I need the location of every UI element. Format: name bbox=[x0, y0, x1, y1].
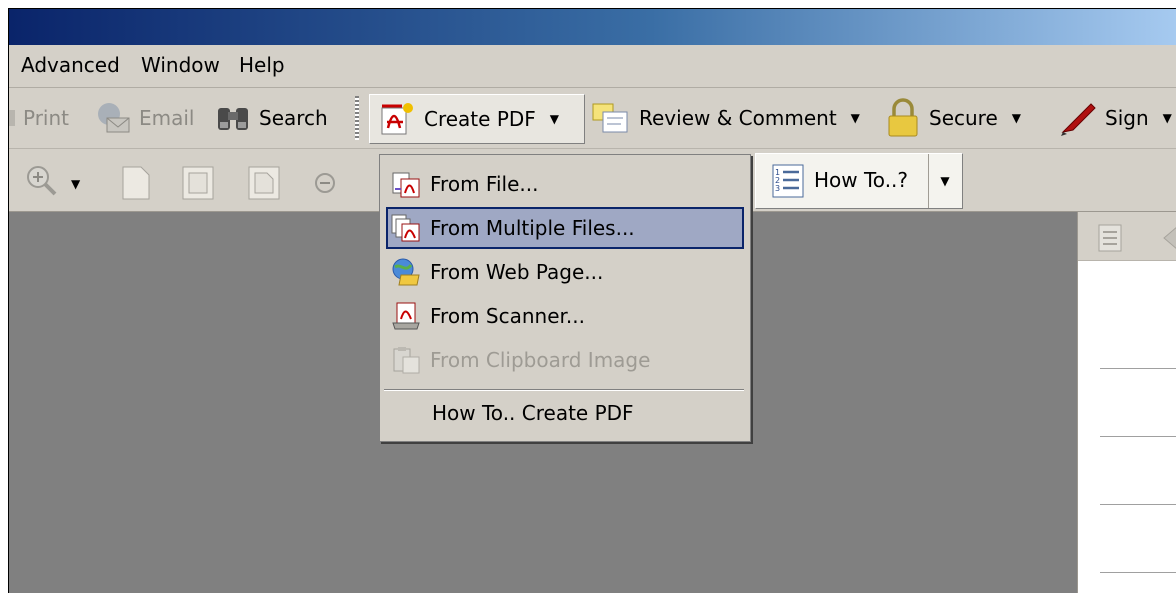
clipboard-icon bbox=[390, 344, 422, 376]
file-convert-icon bbox=[390, 168, 422, 200]
multiple-files-icon bbox=[390, 212, 422, 244]
how-to-button[interactable]: 123 How To..? ▼ bbox=[755, 153, 963, 209]
comment-icon bbox=[591, 100, 631, 136]
menu-bar: Advanced Window Help bbox=[9, 45, 1176, 88]
right-panel-header bbox=[1078, 212, 1176, 261]
menu-item-label: From Clipboard Image bbox=[430, 348, 651, 372]
application-window: Advanced Window Help Print Email Search … bbox=[8, 8, 1176, 593]
pen-icon bbox=[1057, 98, 1097, 138]
menu-help[interactable]: Help bbox=[239, 53, 285, 77]
svg-text:3: 3 bbox=[775, 184, 780, 193]
panel-divider bbox=[1100, 436, 1176, 437]
email-icon bbox=[91, 100, 131, 136]
panel-divider bbox=[1100, 504, 1176, 505]
menu-item-label: From Scanner... bbox=[430, 304, 585, 328]
menu-item-how-to-create-pdf[interactable]: How To.. Create PDF bbox=[432, 401, 634, 425]
menu-separator bbox=[384, 389, 744, 391]
numbered-list-icon: 123 bbox=[772, 164, 804, 198]
secure-caret-icon[interactable]: ▼ bbox=[1012, 111, 1021, 125]
fit-page-icon bbox=[181, 165, 215, 201]
menu-window[interactable]: Window bbox=[141, 53, 220, 77]
web-page-icon bbox=[390, 256, 422, 288]
menu-item-from-file[interactable]: From File... bbox=[386, 163, 744, 205]
print-icon bbox=[9, 106, 15, 130]
main-toolbar: Print Email Search Create PDF ▼ Review &… bbox=[9, 88, 1176, 149]
sign-caret-icon[interactable]: ▼ bbox=[1163, 111, 1172, 125]
zoom-out-icon bbox=[313, 171, 337, 195]
single-page-icon bbox=[121, 165, 151, 201]
menu-item-from-clipboard-image: From Clipboard Image bbox=[386, 339, 744, 381]
how-to-caret-icon[interactable]: ▼ bbox=[928, 154, 961, 208]
search-button[interactable]: Search bbox=[215, 96, 328, 140]
scanner-icon bbox=[390, 300, 422, 332]
menu-item-from-web-page[interactable]: From Web Page... bbox=[386, 251, 744, 293]
review-caret-icon[interactable]: ▼ bbox=[851, 111, 860, 125]
panel-arrow-icon[interactable] bbox=[1160, 224, 1176, 252]
zoom-caret-icon[interactable]: ▼ bbox=[71, 177, 80, 191]
menu-item-label: From File... bbox=[430, 172, 539, 196]
zoom-out-button[interactable] bbox=[313, 161, 337, 205]
how-to-label: How To..? bbox=[814, 168, 909, 192]
fit-width-icon bbox=[247, 165, 281, 201]
fit-page-button[interactable] bbox=[181, 161, 215, 205]
menu-item-from-multiple-files[interactable]: From Multiple Files... bbox=[386, 207, 744, 249]
panel-divider bbox=[1100, 572, 1176, 573]
zoom-in-button[interactable] bbox=[25, 159, 59, 203]
right-panel bbox=[1077, 212, 1176, 593]
title-bar bbox=[9, 9, 1176, 45]
create-pdf-icon bbox=[378, 100, 416, 138]
sign-button[interactable]: Sign ▼ bbox=[1057, 96, 1172, 140]
zoom-in-icon bbox=[25, 164, 59, 198]
menu-item-from-scanner[interactable]: From Scanner... bbox=[386, 295, 744, 337]
panel-list-icon[interactable] bbox=[1098, 224, 1122, 252]
menu-item-label: From Multiple Files... bbox=[430, 216, 635, 240]
menu-item-label: From Web Page... bbox=[430, 260, 604, 284]
print-button[interactable]: Print bbox=[9, 96, 69, 140]
toolbar-grip[interactable] bbox=[355, 96, 359, 140]
panel-divider bbox=[1100, 368, 1176, 369]
review-comment-button[interactable]: Review & Comment ▼ bbox=[591, 96, 860, 140]
binoculars-icon bbox=[215, 102, 251, 134]
secure-button[interactable]: Secure ▼ bbox=[885, 96, 1021, 140]
email-button[interactable]: Email bbox=[91, 96, 195, 140]
lock-icon bbox=[885, 98, 921, 138]
single-page-button[interactable] bbox=[121, 161, 151, 205]
create-pdf-button[interactable]: Create PDF ▼ bbox=[369, 94, 585, 144]
fit-width-button[interactable] bbox=[247, 161, 281, 205]
create-pdf-caret-icon[interactable]: ▼ bbox=[550, 112, 559, 126]
create-pdf-menu: From File... From Multiple Files... From… bbox=[379, 154, 751, 442]
menu-advanced[interactable]: Advanced bbox=[21, 53, 120, 77]
